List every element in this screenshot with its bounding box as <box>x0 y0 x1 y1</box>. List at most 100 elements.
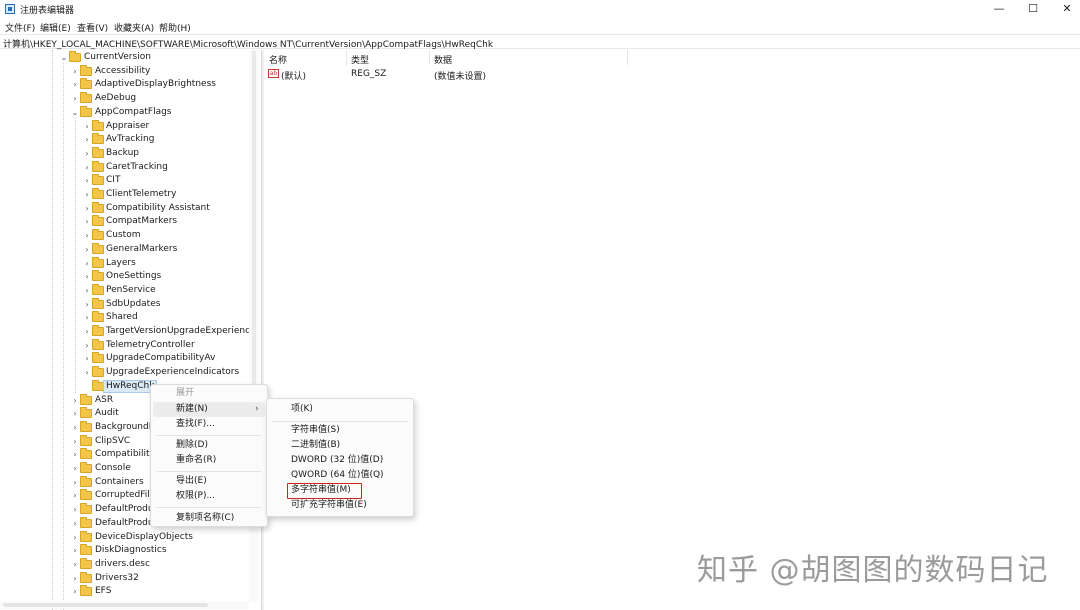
values-list[interactable]: 名称 类型 数据 ab (默认) REG_SZ (数值未设置) <box>264 50 1080 610</box>
tree-item[interactable]: › PenService <box>0 283 259 297</box>
collapsed-chevron-icon[interactable]: › <box>71 572 79 585</box>
menu-help[interactable]: 帮助(H) <box>159 21 191 34</box>
collapsed-chevron-icon[interactable]: › <box>71 448 79 461</box>
tree-item[interactable]: › OneSettings <box>0 270 259 283</box>
collapsed-chevron-icon[interactable]: › <box>71 558 79 571</box>
collapsed-chevron-icon[interactable]: › <box>83 229 91 242</box>
new-dword-value[interactable]: DWORD (32 位)值(D) <box>269 453 411 468</box>
collapsed-chevron-icon[interactable]: › <box>71 585 79 598</box>
new-binary-value[interactable]: 二进制值(B) <box>269 438 411 453</box>
menu-view[interactable]: 查看(V) <box>77 21 108 34</box>
expanded-chevron-icon[interactable]: ⌄ <box>60 51 68 64</box>
column-separator[interactable] <box>346 50 347 65</box>
tree-item[interactable]: › AdaptiveDisplayBrightness <box>0 78 259 91</box>
address-bar[interactable]: 计算机\HKEY_LOCAL_MACHINE\SOFTWARE\Microsof… <box>0 34 1080 50</box>
tree-item[interactable]: › CaretTracking <box>0 160 259 174</box>
tree-item[interactable]: › Custom <box>0 229 259 242</box>
collapsed-chevron-icon[interactable]: › <box>71 407 79 420</box>
ctx-rename[interactable]: 重命名(R) <box>153 453 265 468</box>
collapsed-chevron-icon[interactable]: › <box>71 65 79 78</box>
column-separator[interactable] <box>627 50 628 65</box>
ctx-expand[interactable]: 展开 <box>153 386 265 401</box>
collapsed-chevron-icon[interactable]: › <box>83 174 91 187</box>
column-separator[interactable] <box>429 50 430 65</box>
tree-item[interactable]: › CompatMarkers <box>0 215 259 228</box>
tree-item[interactable]: ⌄ AppCompatFlags <box>0 105 259 119</box>
tree-item[interactable]: › EFS <box>0 585 259 598</box>
collapsed-chevron-icon[interactable]: › <box>83 298 91 311</box>
tree-item[interactable]: › Drivers32 <box>0 571 259 585</box>
tree-item[interactable]: › UpgradeExperienceIndicators <box>0 366 259 379</box>
menu-favorites[interactable]: 收藏夹(A) <box>114 21 154 34</box>
collapsed-chevron-icon[interactable]: › <box>71 421 79 434</box>
tree-item[interactable]: › ClientTelemetry <box>0 188 259 201</box>
collapsed-chevron-icon[interactable]: › <box>71 517 79 530</box>
tree-item[interactable]: › UpgradeCompatibilityAv <box>0 352 259 365</box>
tree-item[interactable]: › Shared <box>0 311 259 324</box>
collapsed-chevron-icon[interactable]: › <box>71 78 79 91</box>
tree-scroll-thumb[interactable] <box>252 50 256 430</box>
ctx-delete[interactable]: 删除(D) <box>153 438 265 453</box>
collapsed-chevron-icon[interactable]: › <box>71 462 79 475</box>
collapsed-chevron-icon[interactable]: › <box>71 394 79 407</box>
column-type-header[interactable]: 类型 <box>351 53 369 66</box>
collapsed-chevron-icon[interactable]: › <box>83 257 91 270</box>
new-string-value[interactable]: 字符串值(S) <box>269 423 411 438</box>
tree-item[interactable]: ⌄ CurrentVersion <box>0 51 259 64</box>
column-data-header[interactable]: 数据 <box>434 53 452 66</box>
collapsed-chevron-icon[interactable]: › <box>83 120 91 133</box>
collapsed-chevron-icon[interactable]: › <box>71 489 79 502</box>
collapsed-chevron-icon[interactable]: › <box>71 544 79 557</box>
collapsed-chevron-icon[interactable]: › <box>83 243 91 256</box>
collapsed-chevron-icon[interactable]: › <box>83 270 91 283</box>
tree-item[interactable]: › TargetVersionUpgradeExperienceIn <box>0 325 259 338</box>
new-key[interactable]: 项(K) <box>269 402 411 417</box>
collapsed-chevron-icon[interactable]: › <box>83 215 91 228</box>
tree-item[interactable]: › Accessibility <box>0 64 259 78</box>
tree-item[interactable]: › Compatibility Assistant <box>0 201 259 215</box>
tree-item[interactable]: › SdbUpdates <box>0 297 259 311</box>
collapsed-chevron-icon[interactable]: › <box>83 339 91 352</box>
ctx-permissions[interactable]: 权限(P)... <box>153 489 265 504</box>
collapsed-chevron-icon[interactable]: › <box>83 284 91 297</box>
tree-item[interactable]: › Appraiser <box>0 119 259 133</box>
collapsed-chevron-icon[interactable]: › <box>71 435 79 448</box>
collapsed-chevron-icon[interactable]: › <box>71 92 79 105</box>
collapsed-chevron-icon[interactable]: › <box>83 202 91 215</box>
collapsed-chevron-icon[interactable]: › <box>83 325 91 338</box>
ctx-find[interactable]: 查找(F)... <box>153 417 265 432</box>
menu-edit[interactable]: 编辑(E) <box>40 21 71 34</box>
tree-item[interactable]: › AeDebug <box>0 92 259 105</box>
ctx-export[interactable]: 导出(E) <box>153 474 265 489</box>
collapsed-chevron-icon[interactable]: › <box>83 311 91 324</box>
collapsed-chevron-icon[interactable]: › <box>83 161 91 174</box>
tree-item[interactable]: › Backup <box>0 146 259 160</box>
column-name-header[interactable]: 名称 <box>269 53 287 66</box>
tree-item[interactable]: › AvTracking <box>0 133 259 146</box>
tree-item[interactable]: › drivers.desc <box>0 557 259 571</box>
new-qword-value[interactable]: QWORD (64 位)值(Q) <box>269 468 411 483</box>
expanded-chevron-icon[interactable]: ⌄ <box>71 106 79 119</box>
tree-item[interactable]: › Layers <box>0 256 259 270</box>
collapsed-chevron-icon[interactable]: › <box>71 476 79 489</box>
tree-item[interactable]: › TelemetryController <box>0 338 259 352</box>
tree-item[interactable]: › GeneralMarkers <box>0 242 259 256</box>
collapsed-chevron-icon[interactable]: › <box>83 366 91 379</box>
close-button[interactable]: ✕ <box>1047 0 1080 18</box>
ctx-new[interactable]: 新建(N) › <box>153 402 265 417</box>
ctx-copy-key-name[interactable]: 复制项名称(C) <box>153 511 265 526</box>
collapsed-chevron-icon[interactable]: › <box>83 133 91 146</box>
address-path[interactable]: 计算机\HKEY_LOCAL_MACHINE\SOFTWARE\Microsof… <box>3 37 493 50</box>
collapsed-chevron-icon[interactable]: › <box>83 352 91 365</box>
tree-item[interactable]: › CIT <box>0 174 259 187</box>
tree-item[interactable]: › DeviceDisplayObjects <box>0 530 259 544</box>
value-row[interactable]: ab (默认) REG_SZ (数值未设置) <box>264 67 1080 82</box>
tree-hscroll-thumb[interactable] <box>3 603 208 607</box>
collapsed-chevron-icon[interactable]: › <box>71 531 79 544</box>
collapsed-chevron-icon[interactable]: › <box>71 503 79 516</box>
new-expandable-string-value[interactable]: 可扩充字符串值(E) <box>269 498 411 513</box>
menu-file[interactable]: 文件(F) <box>5 21 35 34</box>
collapsed-chevron-icon[interactable]: › <box>83 147 91 160</box>
tree-horizontal-scrollbar[interactable] <box>0 601 249 609</box>
tree-item[interactable]: › DiskDiagnostics <box>0 544 259 557</box>
